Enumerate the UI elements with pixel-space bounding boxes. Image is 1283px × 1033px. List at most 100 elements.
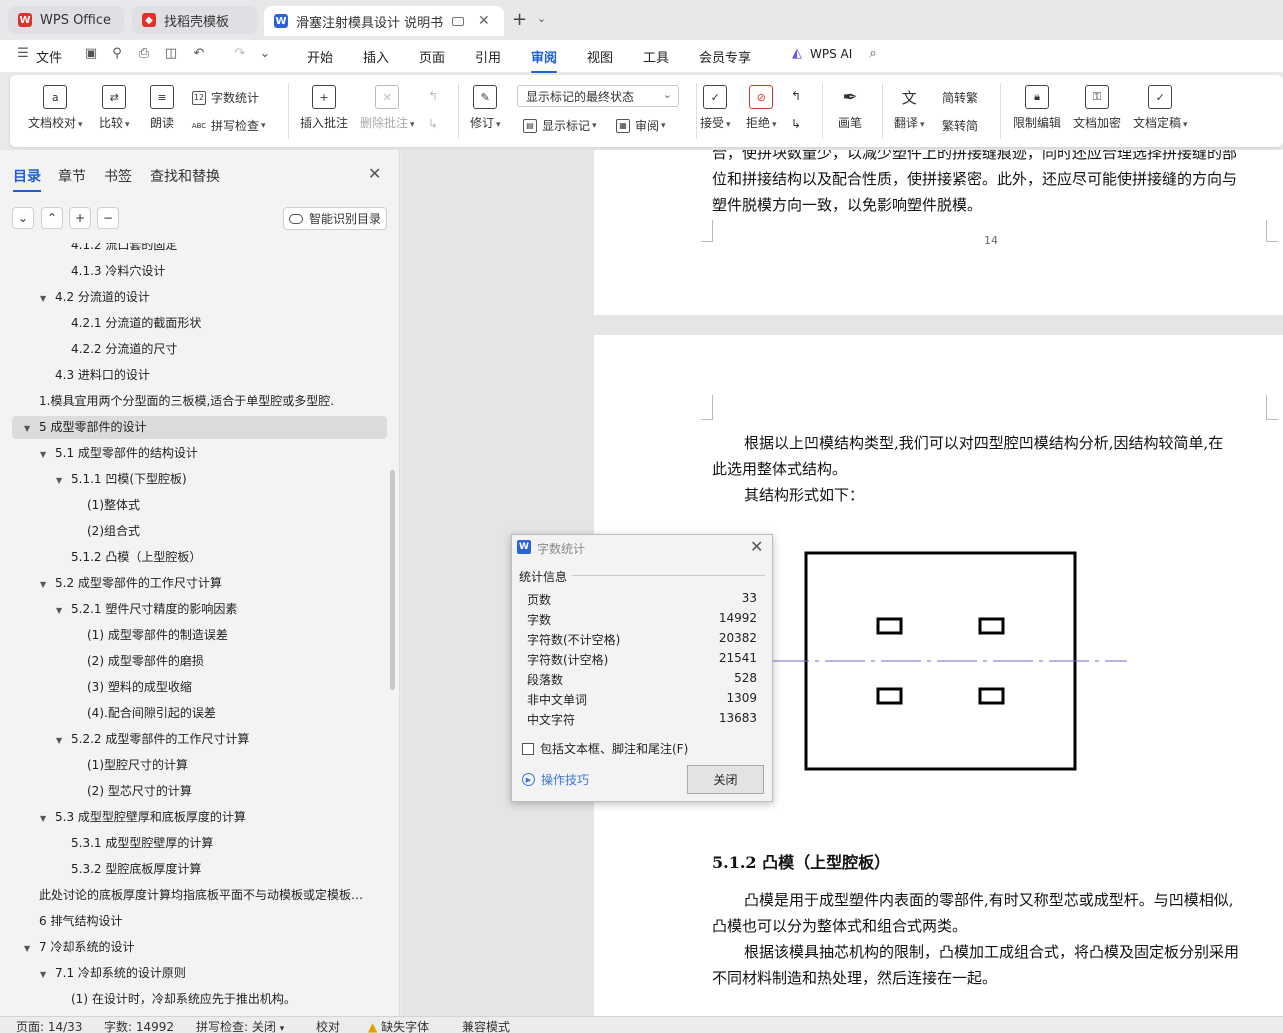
toc-item[interactable]: (2) 成型零部件的磨损: [87, 650, 372, 672]
compare-button[interactable]: ⇄ 比较 ▾: [99, 85, 130, 131]
read-aloud-button[interactable]: ≡ 朗读: [150, 85, 174, 131]
tab-wps-office[interactable]: W WPS Office: [8, 6, 124, 34]
menu-review[interactable]: 审阅: [531, 47, 558, 73]
next-comment-icon[interactable]: ↳: [428, 117, 438, 131]
wps-ai-icon[interactable]: ◭: [790, 47, 804, 61]
menu-reference[interactable]: 引用: [475, 47, 501, 66]
expand-toggle-icon[interactable]: ▼: [40, 288, 50, 308]
expand-toggle-icon[interactable]: ▼: [56, 600, 66, 620]
save-icon[interactable]: ▣: [84, 47, 98, 61]
toc-item[interactable]: 4.1.2 流口套的固定: [71, 243, 372, 256]
monitor-icon[interactable]: [452, 16, 464, 26]
toc-item[interactable]: ▼ 4.2 分流道的设计: [40, 286, 372, 308]
track-changes-button[interactable]: ✎ 修订 ▾: [470, 85, 501, 131]
undo-icon[interactable]: ↶: [192, 47, 206, 61]
expand-toggle-icon[interactable]: ▼: [40, 574, 50, 594]
toc-item[interactable]: (1) 在设计时，冷却系统应先于推出机构。: [71, 988, 372, 1010]
toc-item[interactable]: (1)型腔尺寸的计算: [87, 754, 372, 776]
add-heading-icon[interactable]: +: [69, 207, 91, 229]
toc-item[interactable]: ▼ 5.1.1 凹模(下型腔板): [56, 468, 372, 490]
collapse-up-icon[interactable]: ⌃: [41, 207, 63, 229]
markup-state-select[interactable]: 显示标记的最终状态 ⌄: [517, 85, 679, 107]
to-traditional-button[interactable]: 简转繁: [942, 89, 978, 106]
toc-item[interactable]: (2)组合式: [87, 520, 372, 542]
toc-item[interactable]: ▼ 5 成型零部件的设计: [24, 416, 372, 438]
expand-toggle-icon[interactable]: ▼: [56, 470, 66, 490]
delete-comment-button[interactable]: ✕ 删除批注 ▾: [360, 85, 415, 131]
encrypt-button[interactable]: ⚿ 文档加密: [1073, 85, 1121, 131]
toc-item[interactable]: 6 排气结构设计: [39, 910, 372, 932]
tips-link[interactable]: ▶ 操作技巧: [522, 771, 589, 788]
menu-view[interactable]: 视图: [587, 47, 613, 66]
include-textbox-checkbox[interactable]: 包括文本框、脚注和尾注(F): [522, 740, 688, 757]
word-count-button[interactable]: 12 字数统计: [192, 89, 259, 106]
restrict-edit-button[interactable]: 🔒︎ 限制编辑: [1013, 85, 1061, 131]
toc-item[interactable]: 5.3.1 成型型腔壁厚的计算: [71, 832, 372, 854]
print-preview-icon[interactable]: ◫: [164, 47, 178, 61]
toc-item[interactable]: (4).配合间隙引起的误差: [87, 702, 372, 724]
share-icon[interactable]: ⚲: [110, 47, 124, 61]
expand-toggle-icon[interactable]: ▼: [40, 964, 50, 984]
status-missing-font[interactable]: ▲ 缺失字体: [368, 1018, 429, 1033]
close-icon[interactable]: ✕: [478, 13, 490, 29]
insert-comment-button[interactable]: + 插入批注: [300, 85, 348, 131]
smart-toc-button[interactable]: 智能识别目录: [283, 207, 387, 230]
chevron-down-icon[interactable]: ⌄: [537, 12, 546, 25]
expand-toggle-icon[interactable]: ▼: [56, 730, 66, 750]
reject-button[interactable]: ⊘ 拒绝 ▾: [746, 85, 777, 131]
status-spell-check[interactable]: 拼写检查: 关闭 ▾: [196, 1018, 284, 1033]
expand-toggle-icon[interactable]: ▼: [24, 418, 34, 438]
toc-item[interactable]: (3) 塑料的成型收缩: [87, 676, 372, 698]
chevron-down-icon[interactable]: ⌄: [258, 47, 272, 61]
prev-change-icon[interactable]: ↰: [791, 89, 801, 103]
toc-item[interactable]: (1)整体式: [87, 494, 372, 516]
menu-tools[interactable]: 工具: [643, 47, 669, 66]
nav-tab-bookmarks[interactable]: 书签: [104, 166, 132, 186]
expand-toggle-icon[interactable]: ▼: [40, 808, 50, 828]
toc-item[interactable]: 4.2.2 分流道的尺寸: [71, 338, 372, 360]
menu-icon[interactable]: ☰: [16, 47, 30, 61]
toc-item[interactable]: 1.模具宜用两个分型面的三板模,适合于单型腔或多型腔.: [39, 390, 372, 412]
next-change-icon[interactable]: ↳: [791, 117, 801, 131]
nav-tab-find-replace[interactable]: 查找和替换: [150, 166, 220, 186]
prev-comment-icon[interactable]: ↰: [428, 89, 438, 103]
collapse-down-icon[interactable]: ⌄: [12, 207, 34, 229]
toc-item[interactable]: ▼ 5.2 成型零部件的工作尺寸计算: [40, 572, 372, 594]
toc-item[interactable]: 此处讨论的底板厚度计算均指底板平面不与动模板或定模板紧密贴合的情况: [39, 884, 372, 906]
proofread-button[interactable]: a 文档校对 ▾: [28, 85, 83, 131]
toc-item[interactable]: ▼ 5.2.1 塑件尺寸精度的影响因素: [56, 598, 372, 620]
spell-check-button[interactable]: ABC 拼写检查 ▾: [192, 117, 266, 134]
scrollbar[interactable]: [390, 470, 395, 690]
toc-item[interactable]: 4.2.1 分流道的截面形状: [71, 312, 372, 334]
to-simplified-button[interactable]: 繁转简: [942, 117, 978, 134]
accept-button[interactable]: ✓ 接受 ▾: [700, 85, 731, 131]
review-pane-button[interactable]: ▦ 审阅 ▾: [616, 117, 666, 134]
status-word-count[interactable]: 字数: 14992: [104, 1018, 174, 1033]
menu-home[interactable]: 开始: [307, 47, 333, 66]
finalize-button[interactable]: ✓ 文档定稿 ▾: [1133, 85, 1188, 131]
pen-button[interactable]: ✒ 画笔: [838, 85, 862, 131]
menu-page[interactable]: 页面: [419, 47, 445, 66]
toc-item[interactable]: ▼ 5.2.2 成型零部件的工作尺寸计算: [56, 728, 372, 750]
menu-file[interactable]: 文件: [36, 47, 62, 66]
expand-toggle-icon[interactable]: ▼: [40, 444, 50, 464]
menu-insert[interactable]: 插入: [363, 47, 389, 66]
nav-tab-chapters[interactable]: 章节: [58, 166, 86, 186]
status-page[interactable]: 页面: 14/33: [16, 1018, 82, 1033]
new-tab-icon[interactable]: +: [512, 9, 527, 30]
expand-toggle-icon[interactable]: ▼: [24, 938, 34, 958]
toc-item[interactable]: 4.3 进料口的设计: [55, 364, 372, 386]
toc-item[interactable]: (2) 型芯尺寸的计算: [87, 780, 372, 802]
toc-item[interactable]: ▼ 5.3 成型型腔壁厚和底板厚度的计算: [40, 806, 372, 828]
nav-tab-toc[interactable]: 目录: [13, 166, 41, 192]
menu-wps-ai[interactable]: WPS AI: [810, 47, 852, 61]
close-button[interactable]: 关闭: [687, 765, 764, 794]
close-icon[interactable]: ✕: [750, 537, 763, 556]
toc-item[interactable]: ▼ 7 冷却系统的设计: [24, 936, 372, 958]
toc-item[interactable]: ▼ 7.1 冷却系统的设计原则: [40, 962, 372, 984]
toc-item[interactable]: 4.1.3 冷料穴设计: [71, 260, 372, 282]
toc-item[interactable]: 5.1.2 凸模（上型腔板）: [71, 546, 372, 568]
toc-item[interactable]: (1) 成型零部件的制造误差: [87, 624, 372, 646]
checkbox-box[interactable]: [522, 742, 534, 755]
translate-button[interactable]: 文 翻译 ▾: [894, 85, 925, 131]
